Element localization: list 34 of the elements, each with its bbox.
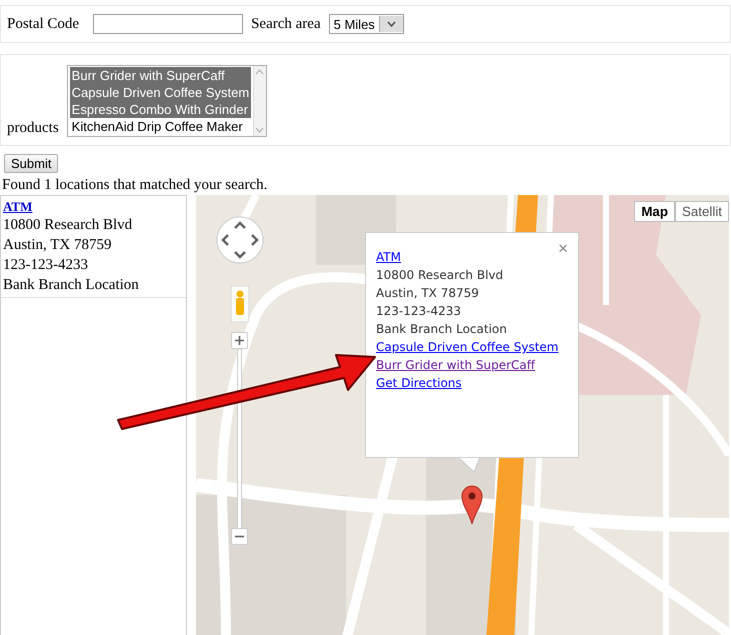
products-listbox[interactable]: Burr Grider with SuperCaff Capsule Driven Coffee System Espresso Combo With Grinder KitchenAid Drip Coffee Maker [66, 65, 267, 137]
map-type-button[interactable]: Satellit [674, 201, 729, 222]
location-detail: Bank Branch Location [376, 321, 507, 338]
postal-code-field[interactable] [93, 14, 244, 34]
zoom-in-button[interactable] [231, 332, 248, 349]
info-window-link[interactable]: Capsule Driven Coffee System [376, 338, 558, 356]
zoom-out-button[interactable] [231, 528, 248, 545]
pan-control-icon[interactable] [216, 216, 264, 264]
plus-icon [235, 336, 244, 345]
product-option[interactable]: Capsule Driven Coffee System [70, 84, 252, 101]
map-pin-icon[interactable] [461, 484, 483, 525]
info-window-link[interactable]: Burr Grider with SuperCaff [376, 356, 536, 374]
info-window-link[interactable]: Get Directions [376, 374, 462, 392]
close-button[interactable]: × [558, 239, 568, 259]
location-name-link[interactable]: ATM [376, 248, 401, 266]
caret-icon [386, 21, 396, 27]
search-area-label: Search area [251, 16, 321, 32]
location-detail: 10800 Research Blvd [376, 267, 504, 284]
location-detail: 10800 Research Blvd [3, 216, 134, 235]
location-detail: Bank Branch Location [3, 276, 140, 295]
location-detail: Austin, TX 78759 [3, 236, 112, 255]
product-option[interactable]: Burr Grider with SuperCaff [70, 67, 252, 84]
submit-button[interactable]: Submit [4, 154, 58, 173]
zoom-slider-track[interactable] [237, 349, 242, 529]
search-area-dropdown[interactable]: 5 Miles [328, 14, 404, 34]
postal-code-label: Postal Code [7, 16, 80, 32]
location-name-link[interactable]: ATM [3, 198, 32, 215]
location-detail: 123-123-4233 [376, 303, 462, 320]
product-option[interactable]: Espresso Combo With Grinder [70, 101, 252, 118]
products-label: products [7, 120, 59, 137]
location-detail: 123-123-4233 [3, 256, 89, 275]
location-detail: Austin, TX 78759 [376, 285, 479, 302]
map-type-button[interactable]: Map [634, 201, 675, 222]
result-message: Found 1 locations that matched your search. [2, 176, 268, 194]
